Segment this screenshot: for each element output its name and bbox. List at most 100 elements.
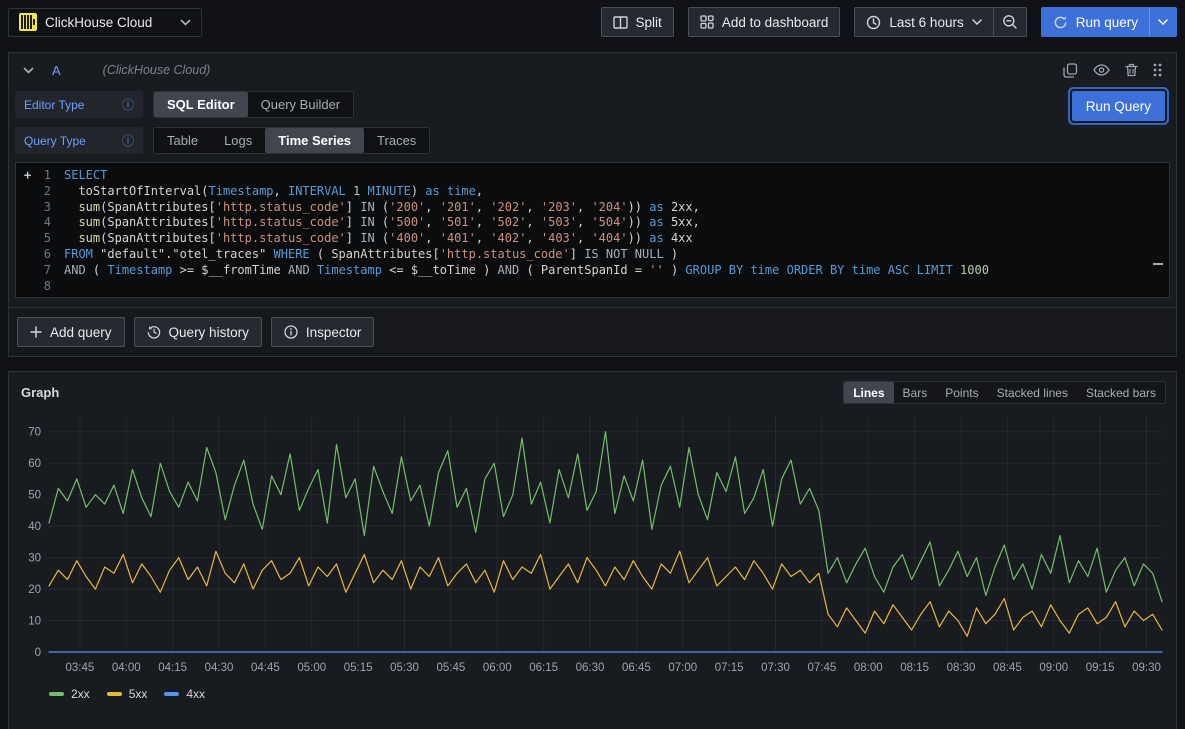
svg-text:50: 50	[28, 490, 41, 502]
query-ref-id[interactable]: A	[52, 63, 61, 78]
legend-item-4xx[interactable]: 4xx	[164, 687, 205, 701]
code-line: 8	[16, 279, 1169, 295]
zoom-out-button[interactable]	[994, 7, 1027, 37]
time-range-label: Last 6 hours	[889, 15, 963, 30]
duplicate-query-icon[interactable]	[1063, 63, 1078, 78]
history-icon	[147, 325, 161, 339]
legend-label: 5xx	[129, 687, 148, 701]
line-number: 4	[38, 215, 64, 231]
svg-text:08:30: 08:30	[947, 662, 976, 674]
split-label: Split	[636, 15, 662, 30]
option-query-builder[interactable]: Query Builder	[248, 92, 353, 117]
option-bars[interactable]: Bars	[894, 382, 937, 403]
split-button[interactable]: Split	[601, 7, 674, 37]
time-series-chart[interactable]: 01020304050607003:4504:0004:1504:3004:45…	[15, 408, 1166, 680]
drag-handle-icon[interactable]	[1153, 63, 1162, 77]
svg-text:05:45: 05:45	[437, 662, 466, 674]
svg-text:07:30: 07:30	[761, 662, 790, 674]
line-number: 1	[38, 168, 64, 184]
query-history-button[interactable]: Query history	[134, 317, 262, 347]
option-table[interactable]: Table	[154, 128, 211, 153]
line-number: 3	[38, 200, 64, 216]
datasource-picker[interactable]: ClickHouse Cloud	[8, 8, 202, 37]
svg-text:03:45: 03:45	[66, 662, 95, 674]
run-query-inline-button[interactable]: Run Query	[1072, 91, 1165, 121]
option-lines[interactable]: Lines	[844, 382, 893, 403]
svg-text:30: 30	[28, 553, 41, 565]
option-sql-editor[interactable]: SQL Editor	[154, 92, 248, 117]
add-query-label: Add query	[50, 325, 112, 340]
graph-panel: Graph LinesBarsPointsStacked linesStacke…	[8, 371, 1177, 729]
hide-query-eye-icon[interactable]	[1093, 64, 1110, 76]
line-number: 5	[38, 231, 64, 247]
add-query-button[interactable]: Add query	[17, 317, 125, 347]
editor-type-chip: Editor Type ⓘ	[15, 91, 143, 118]
add-to-dashboard-button[interactable]: Add to dashboard	[688, 7, 841, 37]
svg-text:20: 20	[28, 584, 41, 596]
add-to-dashboard-label: Add to dashboard	[722, 15, 829, 30]
legend-swatch	[164, 692, 179, 696]
run-query-label: Run query	[1076, 15, 1138, 30]
chart-legend: 2xx 5xx 4xx	[49, 687, 1170, 701]
option-traces[interactable]: Traces	[364, 128, 429, 153]
split-icon	[613, 16, 628, 29]
inspector-label: Inspector	[306, 325, 362, 340]
svg-text:40: 40	[28, 521, 41, 533]
svg-text:05:30: 05:30	[390, 662, 419, 674]
svg-text:09:30: 09:30	[1132, 662, 1161, 674]
chevron-down-icon	[180, 19, 191, 26]
legend-item-5xx[interactable]: 5xx	[107, 687, 148, 701]
run-query-group: Run query	[1041, 7, 1177, 37]
svg-text:06:15: 06:15	[529, 662, 558, 674]
info-icon[interactable]: ⓘ	[122, 132, 134, 149]
graph-panel-title: Graph	[21, 385, 59, 400]
svg-text:04:15: 04:15	[158, 662, 187, 674]
legend-item-2xx[interactable]: 2xx	[49, 687, 90, 701]
svg-text:04:45: 04:45	[251, 662, 280, 674]
code-line: 3 sum(SpanAttributes['http.status_code']…	[16, 200, 1169, 216]
option-logs[interactable]: Logs	[211, 128, 265, 153]
sql-code-editor[interactable]: +1SELECT2 toStartOfInterval(Timestamp, I…	[15, 162, 1170, 298]
code-line: 4 sum(SpanAttributes['http.status_code']…	[16, 215, 1169, 231]
svg-text:70: 70	[28, 427, 41, 439]
option-points[interactable]: Points	[936, 382, 987, 403]
svg-text:08:00: 08:00	[854, 662, 883, 674]
code-line: 2 toStartOfInterval(Timestamp, INTERVAL …	[16, 184, 1169, 200]
legend-swatch	[49, 692, 64, 696]
code-line: 6FROM "default"."otel_traces" WHERE ( Sp…	[16, 247, 1169, 263]
code-line: 7AND ( Timestamp >= $__fromTime AND Time…	[16, 263, 1169, 279]
svg-text:09:15: 09:15	[1086, 662, 1115, 674]
option-stacked-lines[interactable]: Stacked lines	[988, 382, 1077, 403]
svg-text:07:45: 07:45	[808, 662, 837, 674]
option-time-series[interactable]: Time Series	[265, 128, 364, 153]
plus-icon	[30, 326, 42, 338]
delete-query-trash-icon[interactable]	[1125, 63, 1138, 77]
svg-text:08:15: 08:15	[900, 662, 929, 674]
query-type-label: Query Type	[24, 134, 86, 148]
info-icon[interactable]: ⓘ	[122, 96, 134, 113]
chevron-down-icon	[1158, 19, 1168, 25]
svg-text:06:45: 06:45	[622, 662, 651, 674]
chevron-down-icon	[972, 19, 982, 25]
run-query-button[interactable]: Run query	[1041, 7, 1150, 37]
query-type-chip: Query Type ⓘ	[15, 127, 143, 154]
editor-type-radio-group: SQL EditorQuery Builder	[153, 91, 354, 118]
svg-text:04:00: 04:00	[112, 662, 141, 674]
query-editor-body: Editor Type ⓘ SQL EditorQuery Builder Ru…	[9, 87, 1176, 307]
time-range-button[interactable]: Last 6 hours	[854, 7, 993, 37]
info-circle-icon	[284, 325, 298, 339]
query-datasource-hint: (ClickHouse Cloud)	[103, 63, 211, 77]
svg-text:06:30: 06:30	[576, 662, 605, 674]
inspector-button[interactable]: Inspector	[271, 317, 375, 347]
explore-actions-row: Add query Query history Inspector	[8, 308, 1177, 357]
run-query-dropdown-button[interactable]	[1150, 7, 1177, 37]
line-number: 2	[38, 184, 64, 200]
collapse-chevron-icon[interactable]	[23, 67, 34, 74]
svg-text:04:30: 04:30	[205, 662, 234, 674]
option-stacked-bars[interactable]: Stacked bars	[1077, 382, 1165, 403]
query-editor-panel: A (ClickHouse Cloud) Editor Type ⓘ SQL E…	[8, 52, 1177, 308]
svg-text:0: 0	[35, 647, 41, 659]
line-number: 8	[38, 279, 64, 295]
top-toolbar: ClickHouse Cloud Split Add to dashboard …	[0, 0, 1185, 44]
add-line-icon[interactable]: +	[16, 168, 38, 184]
